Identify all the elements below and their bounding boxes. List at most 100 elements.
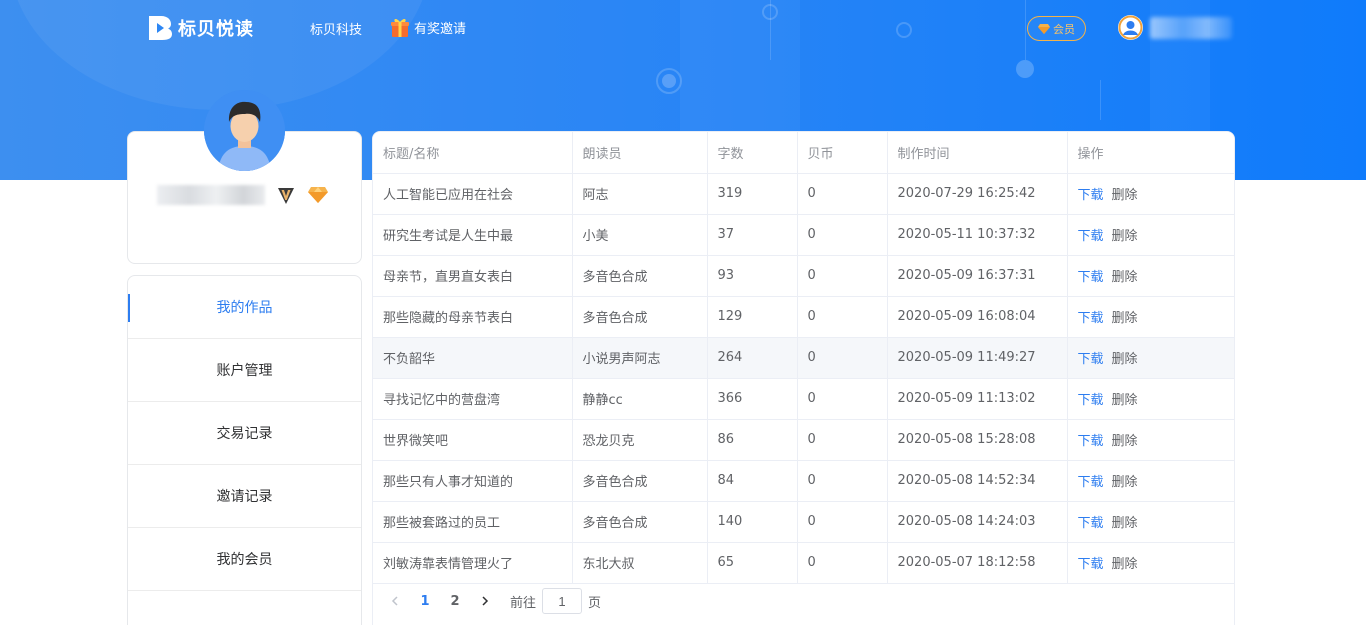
actions-cell: 下载 删除 bbox=[1067, 501, 1234, 543]
created-time-cell: 2020-05-09 11:13:02 bbox=[887, 378, 1068, 420]
nav-link-invite[interactable]: 有奖邀请 bbox=[390, 16, 466, 38]
page-number-button[interactable]: 2 bbox=[440, 588, 470, 614]
user-avatar[interactable] bbox=[1118, 15, 1143, 40]
coins-cell: 0 bbox=[797, 542, 888, 584]
nav-link-company[interactable]: 标贝科技 bbox=[310, 19, 362, 38]
column-header-actions: 操作 bbox=[1067, 132, 1234, 174]
sidebar-item-account[interactable]: 账户管理 bbox=[128, 339, 361, 402]
work-title-cell: 寻找记忆中的营盘湾 bbox=[373, 378, 573, 420]
sidebar-item-transactions[interactable]: 交易记录 bbox=[128, 402, 361, 465]
download-link[interactable]: 下载 bbox=[1078, 229, 1104, 244]
logo-b-icon bbox=[149, 16, 172, 40]
sidebar-item-label: 邀请记录 bbox=[216, 489, 273, 505]
prev-page-button[interactable] bbox=[380, 588, 410, 614]
created-time-cell: 2020-05-09 11:49:27 bbox=[887, 337, 1068, 379]
sidebar-item-invitations[interactable]: 邀请记录 bbox=[128, 465, 361, 528]
reader-cell: 多音色合成 bbox=[572, 296, 708, 338]
delete-link[interactable]: 删除 bbox=[1112, 557, 1138, 572]
coins-cell: 0 bbox=[797, 296, 888, 338]
download-link[interactable]: 下载 bbox=[1078, 393, 1104, 408]
created-time-cell: 2020-05-09 16:08:04 bbox=[887, 296, 1068, 338]
nav-invite-label: 有奖邀请 bbox=[414, 21, 467, 37]
profile-avatar bbox=[204, 90, 285, 171]
delete-link[interactable]: 删除 bbox=[1112, 270, 1138, 285]
word-count-cell: 129 bbox=[707, 296, 798, 338]
actions-cell: 下载 删除 bbox=[1067, 419, 1234, 461]
site-logo[interactable]: 标贝悦读 bbox=[148, 15, 254, 41]
word-count-cell: 366 bbox=[707, 378, 798, 420]
next-page-button[interactable] bbox=[470, 588, 500, 614]
sidebar-item-label: 交易记录 bbox=[216, 426, 273, 442]
diamond-icon bbox=[1038, 23, 1050, 34]
actions-cell: 下载 删除 bbox=[1067, 337, 1234, 379]
download-link[interactable]: 下载 bbox=[1078, 311, 1104, 326]
coins-cell: 0 bbox=[797, 501, 888, 543]
banner-decoration bbox=[656, 68, 682, 94]
delete-link[interactable]: 删除 bbox=[1112, 393, 1138, 408]
profile-name-redacted bbox=[157, 185, 265, 205]
vip-v-icon bbox=[278, 188, 294, 204]
work-title-cell: 研究生考试是人生中最 bbox=[373, 214, 573, 256]
download-link[interactable]: 下载 bbox=[1078, 557, 1104, 572]
banner-decoration bbox=[1100, 80, 1101, 120]
download-link[interactable]: 下载 bbox=[1078, 434, 1104, 449]
table-row: 母亲节，直男直女表白 多音色合成 93 0 2020-05-09 16:37:31 下载删… bbox=[373, 255, 1234, 297]
download-link[interactable]: 下载 bbox=[1078, 516, 1104, 531]
table-row: 寻找记忆中的营盘湾 静静cc 366 0 2020-05-09 11:13:02 下载 删除 bbox=[373, 378, 1234, 420]
banner-decoration bbox=[896, 22, 912, 38]
delete-link[interactable]: 删除 bbox=[1112, 352, 1138, 367]
member-button[interactable]: 会员 bbox=[1027, 16, 1086, 41]
delete-link[interactable]: 删除 bbox=[1112, 516, 1138, 531]
delete-link[interactable]: 删除 bbox=[1112, 229, 1138, 244]
created-time-cell: 2020-05-08 14:52:34 bbox=[887, 460, 1068, 502]
work-title-cell: 那些被套路过的员工 bbox=[373, 501, 573, 543]
coins-cell: 0 bbox=[797, 460, 888, 502]
work-title-cell: 那些隐藏的母亲节表白 bbox=[373, 296, 573, 338]
download-link[interactable]: 下载 bbox=[1078, 352, 1104, 367]
column-header-reader: 朗读员 bbox=[572, 132, 708, 174]
actions-cell: 下载 删除 bbox=[1067, 255, 1234, 297]
actions-cell: 下载 删除 bbox=[1067, 173, 1234, 215]
chevron-right-icon bbox=[482, 596, 489, 606]
work-title-cell: 刘敏涛靠表情管理火了 bbox=[373, 542, 573, 584]
word-count-cell: 319 bbox=[707, 173, 798, 215]
actions-cell: 下载 删除 bbox=[1067, 378, 1234, 420]
reader-cell: 多音色合成 bbox=[572, 255, 708, 297]
user-icon bbox=[1118, 15, 1143, 40]
actions-cell: 下载 删除 bbox=[1067, 460, 1234, 502]
download-link[interactable]: 下载 bbox=[1078, 188, 1104, 203]
created-time-cell: 2020-05-08 14:24:03 bbox=[887, 501, 1068, 543]
word-count-cell: 37 bbox=[707, 214, 798, 256]
delete-link[interactable]: 删除 bbox=[1112, 188, 1138, 203]
download-link[interactable]: 下载 bbox=[1078, 475, 1104, 490]
created-time-cell: 2020-05-11 10:37:32 bbox=[887, 214, 1068, 256]
download-link[interactable]: 下载 bbox=[1078, 270, 1104, 285]
reader-cell: 静静cc bbox=[572, 378, 708, 420]
reader-cell: 多音色合成 bbox=[572, 460, 708, 502]
user-name-redacted[interactable] bbox=[1150, 17, 1232, 39]
table-header-row: 标题/名称 朗读员 字数 贝币 制作时间 操作 bbox=[373, 132, 1234, 174]
coins-cell: 0 bbox=[797, 419, 888, 461]
delete-link[interactable]: 删除 bbox=[1112, 434, 1138, 449]
word-count-cell: 84 bbox=[707, 460, 798, 502]
word-count-cell: 65 bbox=[707, 542, 798, 584]
sidebar-item-membership[interactable]: 我的会员 bbox=[128, 528, 361, 591]
sidebar-item-my-works[interactable]: 我的作品 bbox=[128, 276, 361, 339]
logo-text: 标贝悦读 bbox=[178, 19, 254, 40]
word-count-cell: 140 bbox=[707, 501, 798, 543]
page-number-button[interactable]: 1 bbox=[410, 588, 440, 614]
delete-link[interactable]: 删除 bbox=[1112, 475, 1138, 490]
diamond-icon bbox=[308, 187, 328, 203]
work-title-cell: 世界微笑吧 bbox=[373, 419, 573, 461]
sidebar-item-label: 我的会员 bbox=[216, 552, 273, 568]
word-count-cell: 264 bbox=[707, 337, 798, 379]
reader-cell: 东北大叔 bbox=[572, 542, 708, 584]
work-title-cell: 那些只有人事才知道的 bbox=[373, 460, 573, 502]
page-jumper: 前往 页 bbox=[510, 588, 601, 614]
work-title-cell: 母亲节，直男直女表白 bbox=[373, 255, 573, 297]
goto-page-input[interactable] bbox=[542, 588, 583, 614]
banner-decoration bbox=[762, 4, 778, 20]
delete-link[interactable]: 删除 bbox=[1112, 311, 1138, 326]
table-row: 那些只有人事才知道的 多音色合成 84 0 2020-05-08 14:52:34 下载删… bbox=[373, 460, 1234, 502]
work-title-cell: 人工智能已应用在社会 bbox=[373, 173, 573, 215]
